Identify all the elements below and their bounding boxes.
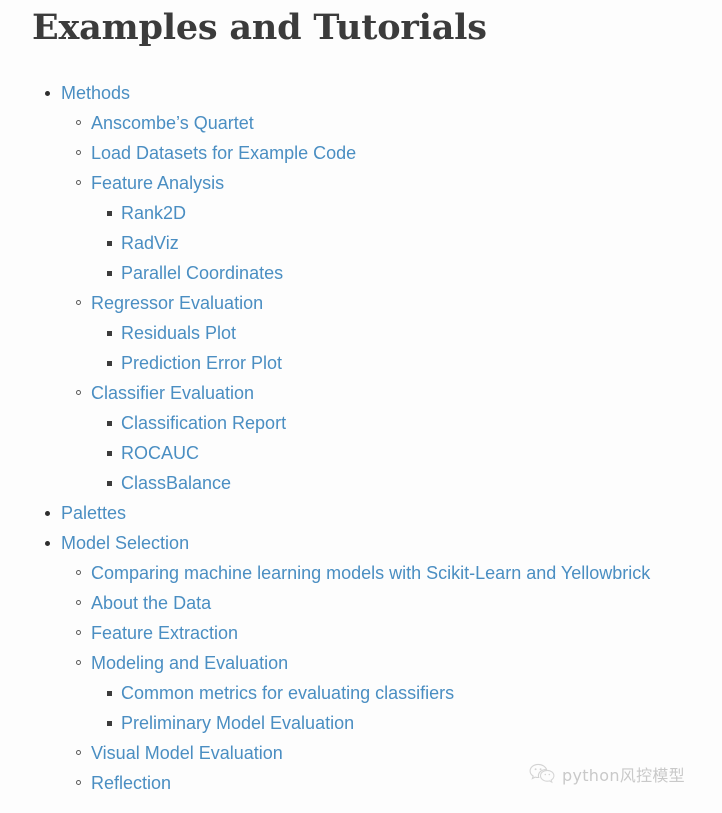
square-bullet-icon (107, 481, 112, 486)
page-title: Examples and Tutorials (32, 7, 487, 48)
toc-link[interactable]: Load Datasets for Example Code (91, 138, 356, 168)
toc-item-level-2: Feature Extraction (0, 618, 722, 648)
toc-item-level-2: Classifier Evaluation (0, 378, 722, 408)
toc-item-level-3: ROCAUC (0, 438, 722, 468)
toc-link[interactable]: Parallel Coordinates (121, 258, 283, 288)
circle-bullet-icon (76, 630, 81, 635)
circle-bullet-icon (76, 780, 81, 785)
toc-link[interactable]: RadViz (121, 228, 179, 258)
toc-link[interactable]: Anscombe’s Quartet (91, 108, 254, 138)
watermark: python风控模型 (529, 762, 685, 786)
circle-bullet-icon (76, 600, 81, 605)
toc-link[interactable]: Residuals Plot (121, 318, 236, 348)
toc-link[interactable]: Comparing machine learning models with S… (91, 558, 650, 588)
watermark-text: python风控模型 (562, 766, 685, 785)
toc-item-level-3: RadViz (0, 228, 722, 258)
circle-bullet-icon (76, 660, 81, 665)
disc-bullet-icon (45, 91, 50, 96)
toc-item-level-3: Preliminary Model Evaluation (0, 708, 722, 738)
toc-list-level-3: Common metrics for evaluating classifier… (0, 678, 722, 738)
toc-list-level-3: Rank2D RadViz Parallel Coordinates (0, 198, 722, 288)
toc-item-level-2: Feature Analysis (0, 168, 722, 198)
toc-sublist-wrapper: Anscombe’s Quartet Load Datasets for Exam… (0, 108, 722, 498)
toc-item-level-3: ClassBalance (0, 468, 722, 498)
toc-list-level-3: Classification Report ROCAUC ClassBalance (0, 408, 722, 498)
toc-item-level-2: About the Data (0, 588, 722, 618)
toc-item-level-3: Prediction Error Plot (0, 348, 722, 378)
toc-link[interactable]: Modeling and Evaluation (91, 648, 288, 678)
toc-item-level-3: Rank2D (0, 198, 722, 228)
disc-bullet-icon (45, 541, 50, 546)
toc-item-level-1: Palettes (0, 498, 722, 528)
page-root: Examples and Tutorials Methods Anscombe’s… (0, 0, 722, 813)
toc-sublist-wrapper: Common metrics for evaluating classifier… (0, 678, 722, 738)
toc-item-level-2: Comparing machine learning models with S… (0, 558, 722, 588)
toc-list-level-1: Methods Anscombe’s Quartet Load Datasets f… (0, 78, 722, 798)
toc-link[interactable]: ClassBalance (121, 468, 231, 498)
toc-link[interactable]: Common metrics for evaluating classifier… (121, 678, 454, 708)
toc-link[interactable]: Preliminary Model Evaluation (121, 708, 354, 738)
toc-item-level-3: Residuals Plot (0, 318, 722, 348)
toc-link[interactable]: Reflection (91, 768, 171, 798)
toc-sublist-wrapper: Rank2D RadViz Parallel Coordinates (0, 198, 722, 288)
toc-list-level-2: Anscombe’s Quartet Load Datasets for Exam… (0, 108, 722, 498)
toc-link[interactable]: Prediction Error Plot (121, 348, 282, 378)
toc-link[interactable]: Regressor Evaluation (91, 288, 263, 318)
toc-link[interactable]: Classification Report (121, 408, 286, 438)
toc-link[interactable]: Feature Extraction (91, 618, 238, 648)
toc-sublist-wrapper: Residuals Plot Prediction Error Plot (0, 318, 722, 378)
circle-bullet-icon (76, 180, 81, 185)
circle-bullet-icon (76, 120, 81, 125)
square-bullet-icon (107, 691, 112, 696)
square-bullet-icon (107, 211, 112, 216)
circle-bullet-icon (76, 150, 81, 155)
toc-item-level-2: Modeling and Evaluation (0, 648, 722, 678)
toc-item-level-3: Common metrics for evaluating classifier… (0, 678, 722, 708)
toc-item-level-3: Classification Report (0, 408, 722, 438)
disc-bullet-icon (45, 511, 50, 516)
toc-link[interactable]: ROCAUC (121, 438, 199, 468)
square-bullet-icon (107, 451, 112, 456)
circle-bullet-icon (76, 390, 81, 395)
toc-link[interactable]: Methods (61, 78, 130, 108)
table-of-contents: Methods Anscombe’s Quartet Load Datasets f… (0, 78, 722, 798)
toc-item-level-2: Regressor Evaluation (0, 288, 722, 318)
toc-link[interactable]: Model Selection (61, 528, 189, 558)
toc-item-level-1: Methods (0, 78, 722, 108)
square-bullet-icon (107, 721, 112, 726)
toc-link[interactable]: Visual Model Evaluation (91, 738, 283, 768)
wechat-icon (529, 763, 555, 785)
toc-item-level-2: Load Datasets for Example Code (0, 138, 722, 168)
square-bullet-icon (107, 361, 112, 366)
toc-sublist-wrapper: Classification Report ROCAUC ClassBalance (0, 408, 722, 498)
toc-link[interactable]: Feature Analysis (91, 168, 224, 198)
toc-item-level-3: Parallel Coordinates (0, 258, 722, 288)
toc-item-level-2: Anscombe’s Quartet (0, 108, 722, 138)
square-bullet-icon (107, 241, 112, 246)
square-bullet-icon (107, 271, 112, 276)
square-bullet-icon (107, 421, 112, 426)
circle-bullet-icon (76, 570, 81, 575)
circle-bullet-icon (76, 750, 81, 755)
toc-item-level-1: Model Selection (0, 528, 722, 558)
circle-bullet-icon (76, 300, 81, 305)
toc-list-level-3: Residuals Plot Prediction Error Plot (0, 318, 722, 378)
toc-link[interactable]: Rank2D (121, 198, 186, 228)
toc-link[interactable]: Classifier Evaluation (91, 378, 254, 408)
toc-link[interactable]: Palettes (61, 498, 126, 528)
toc-link[interactable]: About the Data (91, 588, 211, 618)
square-bullet-icon (107, 331, 112, 336)
